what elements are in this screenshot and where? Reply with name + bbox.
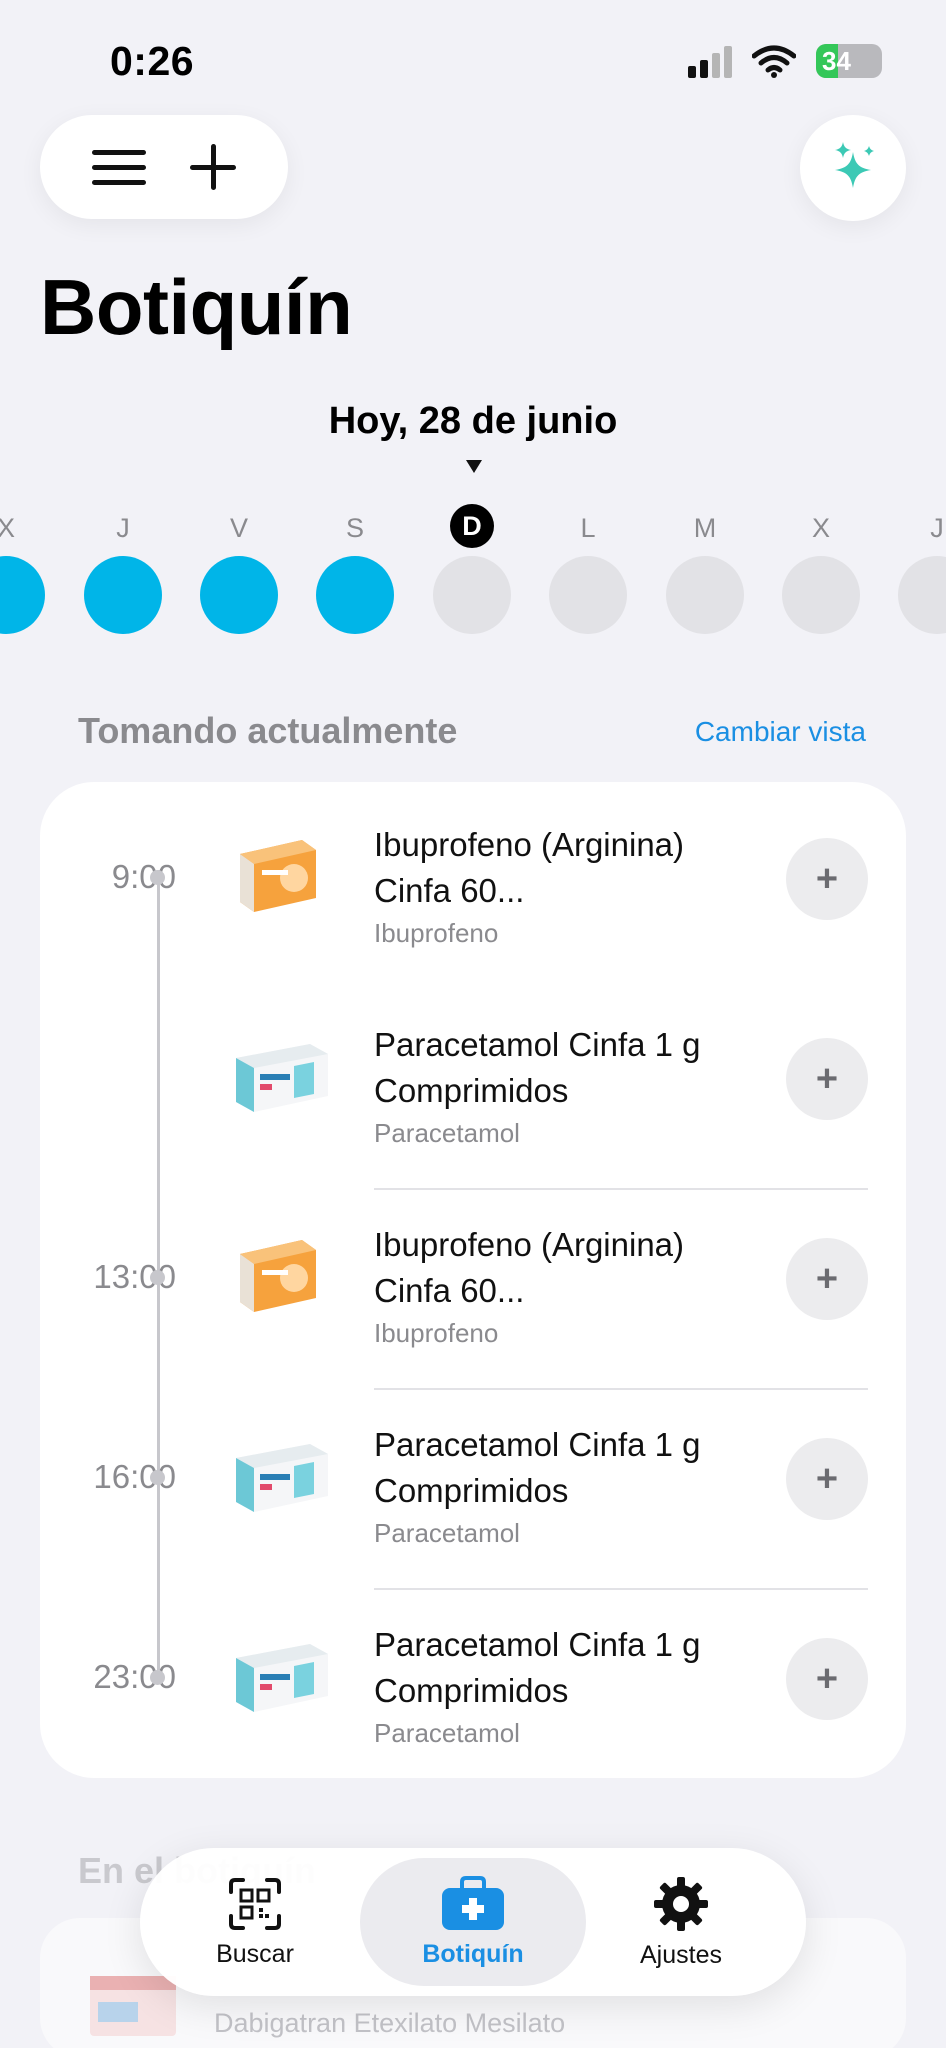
sparkles-icon bbox=[835, 142, 874, 188]
next-section-item-name[interactable]: Dabigatran Etexilato Mesilato bbox=[214, 2008, 565, 2039]
log-dose-button[interactable]: + bbox=[786, 1038, 868, 1120]
medication-pack-image bbox=[232, 1428, 328, 1520]
medication-row[interactable]: Paracetamol Cinfa 1 g Comprimidos Paracet… bbox=[40, 990, 906, 1190]
tab-ajustes[interactable]: Ajustes bbox=[606, 1858, 756, 1986]
medication-pack-image bbox=[232, 1628, 328, 1720]
timeline-dot bbox=[150, 1670, 165, 1685]
dose-time: 9:00 bbox=[111, 858, 176, 895]
medication-pack-image bbox=[232, 1028, 328, 1120]
add-medication-button[interactable] bbox=[190, 144, 236, 190]
active-ingredient: Paracetamol bbox=[374, 1518, 520, 1548]
log-dose-button[interactable]: + bbox=[786, 1438, 868, 1520]
medication-row[interactable]: 23:00 Paracetamol Cinfa 1 g Comprimidos Pa… bbox=[40, 1590, 906, 1790]
gear-icon bbox=[654, 1876, 708, 1931]
battery-icon: 34 bbox=[816, 44, 882, 78]
day-letter: X bbox=[0, 513, 15, 543]
status-time: 0:26 bbox=[110, 38, 195, 84]
day-letter: V bbox=[229, 513, 248, 543]
wifi-icon bbox=[752, 45, 796, 78]
page-title: Botiquín bbox=[40, 263, 353, 351]
day-letter: M bbox=[693, 513, 717, 543]
day-circle-taken[interactable] bbox=[200, 556, 278, 634]
medication-name: Ibuprofeno (Arginina) Cinfa 60... bbox=[374, 826, 685, 909]
date-caret-icon bbox=[466, 460, 482, 473]
tab-buscar[interactable]: Buscar bbox=[180, 1858, 330, 1986]
day-circle-taken[interactable] bbox=[316, 556, 394, 634]
day-letter: L bbox=[580, 513, 596, 543]
day-circle[interactable] bbox=[549, 556, 627, 634]
timeline-dot bbox=[150, 1470, 165, 1485]
medication-pack-image bbox=[232, 828, 324, 920]
battery-percent: 34 bbox=[822, 45, 851, 76]
plus-icon: + bbox=[815, 1258, 839, 1300]
day-letter: S bbox=[345, 513, 364, 543]
day-letter: X bbox=[811, 513, 830, 543]
log-dose-button[interactable]: + bbox=[786, 838, 868, 920]
timeline-dot bbox=[150, 1270, 165, 1285]
day-circle[interactable] bbox=[666, 556, 744, 634]
day-letter: D bbox=[450, 504, 494, 548]
medication-name: Paracetamol Cinfa 1 g Comprimidos bbox=[374, 1426, 701, 1509]
timeline-dot bbox=[150, 870, 165, 885]
plus-icon: + bbox=[815, 1458, 839, 1500]
log-dose-button[interactable]: + bbox=[786, 1638, 868, 1720]
day-circle[interactable] bbox=[782, 556, 860, 634]
medication-row[interactable]: 16:00 Paracetamol Cinfa 1 g Comprimidos Pa… bbox=[40, 1390, 906, 1590]
plus-icon: + bbox=[815, 1058, 839, 1100]
section-title-current: Tomando actualmente bbox=[78, 710, 458, 751]
plus-icon: + bbox=[815, 1658, 839, 1700]
day-circle-taken[interactable] bbox=[84, 556, 162, 634]
change-view-link[interactable]: Cambiar vista bbox=[695, 716, 866, 748]
tab-label: Ajustes bbox=[640, 1940, 722, 1969]
day-letter: J bbox=[116, 513, 130, 543]
menu-icon[interactable] bbox=[92, 149, 146, 185]
medication-name: Paracetamol Cinfa 1 g Comprimidos bbox=[374, 1626, 701, 1709]
day-circle[interactable] bbox=[898, 556, 946, 634]
ai-assistant-button[interactable] bbox=[800, 115, 906, 221]
active-ingredient: Paracetamol bbox=[374, 1718, 520, 1748]
qr-scan-icon bbox=[229, 1877, 281, 1930]
status-icons: 34 bbox=[688, 44, 882, 78]
day-circle[interactable] bbox=[433, 556, 511, 634]
medication-row[interactable]: 13:00 Ibuprofeno (Arginina) Cinfa 60... Ib… bbox=[40, 1190, 906, 1390]
log-dose-button[interactable]: + bbox=[786, 1238, 868, 1320]
first-aid-kit-icon bbox=[442, 1875, 504, 1930]
plus-icon: + bbox=[815, 858, 839, 900]
medication-name: Ibuprofeno (Arginina) Cinfa 60... bbox=[374, 1226, 685, 1309]
medication-pack-image bbox=[232, 1228, 324, 1320]
medication-name: Paracetamol Cinfa 1 g Comprimidos bbox=[374, 1026, 701, 1109]
active-ingredient: Paracetamol bbox=[374, 1118, 520, 1148]
day-letter: J bbox=[930, 513, 944, 543]
active-ingredient: Ibuprofeno bbox=[374, 1318, 499, 1348]
top-actions-pill bbox=[40, 115, 288, 219]
tab-label: Buscar bbox=[216, 1939, 294, 1968]
day-circle-taken[interactable] bbox=[0, 556, 45, 634]
medication-row[interactable]: 9:00 Ibuprofeno (Arginina) Cinfa 60... Ibu… bbox=[40, 790, 906, 990]
cellular-signal-icon bbox=[688, 44, 732, 78]
tab-label: Botiquín bbox=[422, 1939, 524, 1968]
tab-botiquin[interactable]: Botiquín bbox=[360, 1858, 586, 1986]
bottom-tab-bar: Buscar Botiquín Ajustes bbox=[140, 1848, 806, 1996]
active-ingredient: Ibuprofeno bbox=[374, 918, 499, 948]
selected-date-label: Hoy, 28 de junio bbox=[328, 400, 618, 442]
